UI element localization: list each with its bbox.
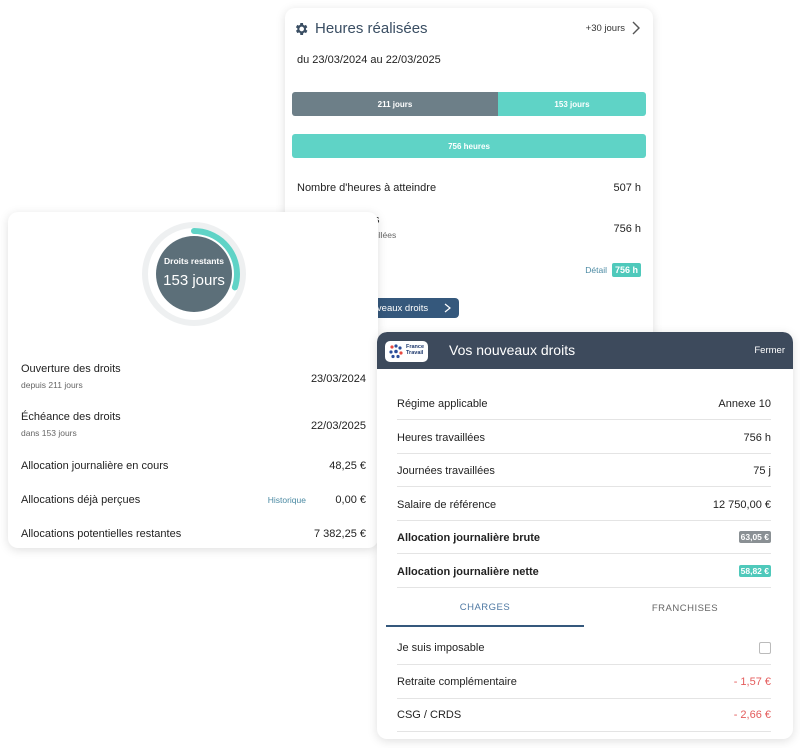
period-text: du 23/03/2024 au 22/03/2025: [297, 54, 441, 66]
modal-row-nette: Allocation journalière nette 58,82 €: [397, 554, 771, 588]
ring-value: 153 jours: [163, 271, 225, 289]
heures-row-atteindre: Nombre d'heures à atteindre 507 h: [297, 182, 641, 194]
modal-title: Vos nouveaux droits: [449, 342, 576, 358]
modal-row-regime: Régime applicable Annexe 10: [397, 386, 771, 420]
row-value: 12 750,00 €: [712, 499, 771, 511]
ring-label: Droits restants: [164, 255, 224, 266]
row-label: Allocation journalière brute: [397, 532, 541, 544]
allocation-brute-badge: 63,05 €: [738, 531, 771, 543]
plus-30-jours-link[interactable]: +30 jours: [586, 23, 625, 34]
logo-text-2: Travail: [406, 350, 424, 356]
ring-text: Droits restants 153 jours: [140, 220, 248, 328]
row-value: 75 j: [753, 465, 771, 477]
row-label: Journées travaillées: [397, 465, 495, 477]
row-value: 756 h: [743, 432, 771, 444]
row-value: 48,25 €: [329, 460, 366, 472]
chevron-right-icon: [444, 303, 451, 313]
droits-restants-card: Droits restants 153 jours Ouverture des …: [8, 212, 378, 548]
row-label: Nombre d'heures à atteindre: [297, 182, 437, 194]
gear-icon: [295, 23, 308, 35]
charge-row-imposable: Je suis imposable: [397, 631, 771, 665]
row-value: 507 h: [613, 182, 641, 194]
droits-restants-ring: Droits restants 153 jours: [140, 220, 248, 328]
fermer-button[interactable]: Fermer: [754, 345, 785, 356]
row-label: Heures travaillées: [397, 432, 486, 444]
modal-row-salaire: Salaire de référence 12 750,00 €: [397, 487, 771, 521]
detail-link[interactable]: Détail: [585, 265, 607, 275]
days-elapsed-bar: 211 jours: [292, 92, 498, 116]
row-label: CSG / CRDS: [397, 709, 462, 721]
france-travail-logo-icon: [389, 344, 403, 359]
hours-total-bar: 756 heures: [292, 134, 646, 158]
modal-row-heures: Heures travaillées 756 h: [397, 420, 771, 454]
row-value: 756 h: [613, 223, 641, 235]
tab-charges[interactable]: CHARGES: [386, 589, 584, 627]
row-value: - 2,66 €: [733, 709, 771, 721]
heures-title: Heures réalisées: [315, 20, 428, 37]
row-value: 22/03/2025: [310, 420, 366, 432]
row-label: Allocations déjà perçues: [21, 494, 141, 506]
droits-row-echeance: Échéance des droits dans 153 jours 22/03…: [21, 411, 366, 438]
droits-row-allocations-percues: Allocations déjà perçues Historique 0,00…: [21, 494, 366, 506]
heures-header: Heures réalisées +30 jours: [293, 20, 643, 40]
row-value: 7 382,25 €: [314, 528, 366, 540]
row-label: Salaire de référence: [397, 499, 497, 511]
droits-row-allocation-cours: Allocation journalière en cours 48,25 €: [21, 460, 366, 472]
droits-row-ouverture: Ouverture des droits depuis 211 jours 23…: [21, 363, 366, 390]
row-label: Allocation journalière nette: [397, 566, 539, 578]
row-value: - 1,57 €: [733, 676, 771, 688]
charge-row-csg: CSG / CRDS - 2,66 €: [397, 698, 771, 732]
days-remaining-bar: 153 jours: [498, 92, 646, 116]
modal-tabs: CHARGES FRANCHISES: [386, 589, 786, 627]
france-travail-logo: France Travail: [385, 341, 428, 362]
heures-retenues-badge: 756 h: [611, 263, 641, 277]
allocation-nette-badge: 58,82 €: [738, 565, 771, 577]
modal-row-journees: Journées travaillées 75 j: [397, 453, 771, 487]
row-value: Annexe 10: [718, 398, 771, 410]
row-value: 23/03/2024: [310, 373, 366, 385]
row-label: Retraite complémentaire: [397, 676, 517, 688]
row-label: Allocation journalière en cours: [21, 460, 169, 472]
row-label: Je suis imposable: [397, 642, 485, 654]
row-value: 0,00 €: [335, 494, 366, 506]
charge-row-retraite: Retraite complémentaire - 1,57 €: [397, 665, 771, 699]
modal-row-brute: Allocation journalière brute 63,05 €: [397, 520, 771, 554]
modal-header: France Travail Vos nouveaux droits Ferme…: [377, 332, 793, 369]
droits-row-allocations-restantes: Allocations potentielles restantes 7 382…: [21, 528, 366, 540]
chevron-right-icon[interactable]: [631, 21, 641, 35]
imposable-checkbox[interactable]: [759, 642, 771, 654]
historique-link[interactable]: Historique: [268, 495, 306, 505]
tab-franchises[interactable]: FRANCHISES: [586, 589, 784, 627]
nouveaux-droits-modal: France Travail Vos nouveaux droits Ferme…: [377, 332, 793, 739]
row-label: Régime applicable: [397, 398, 488, 410]
